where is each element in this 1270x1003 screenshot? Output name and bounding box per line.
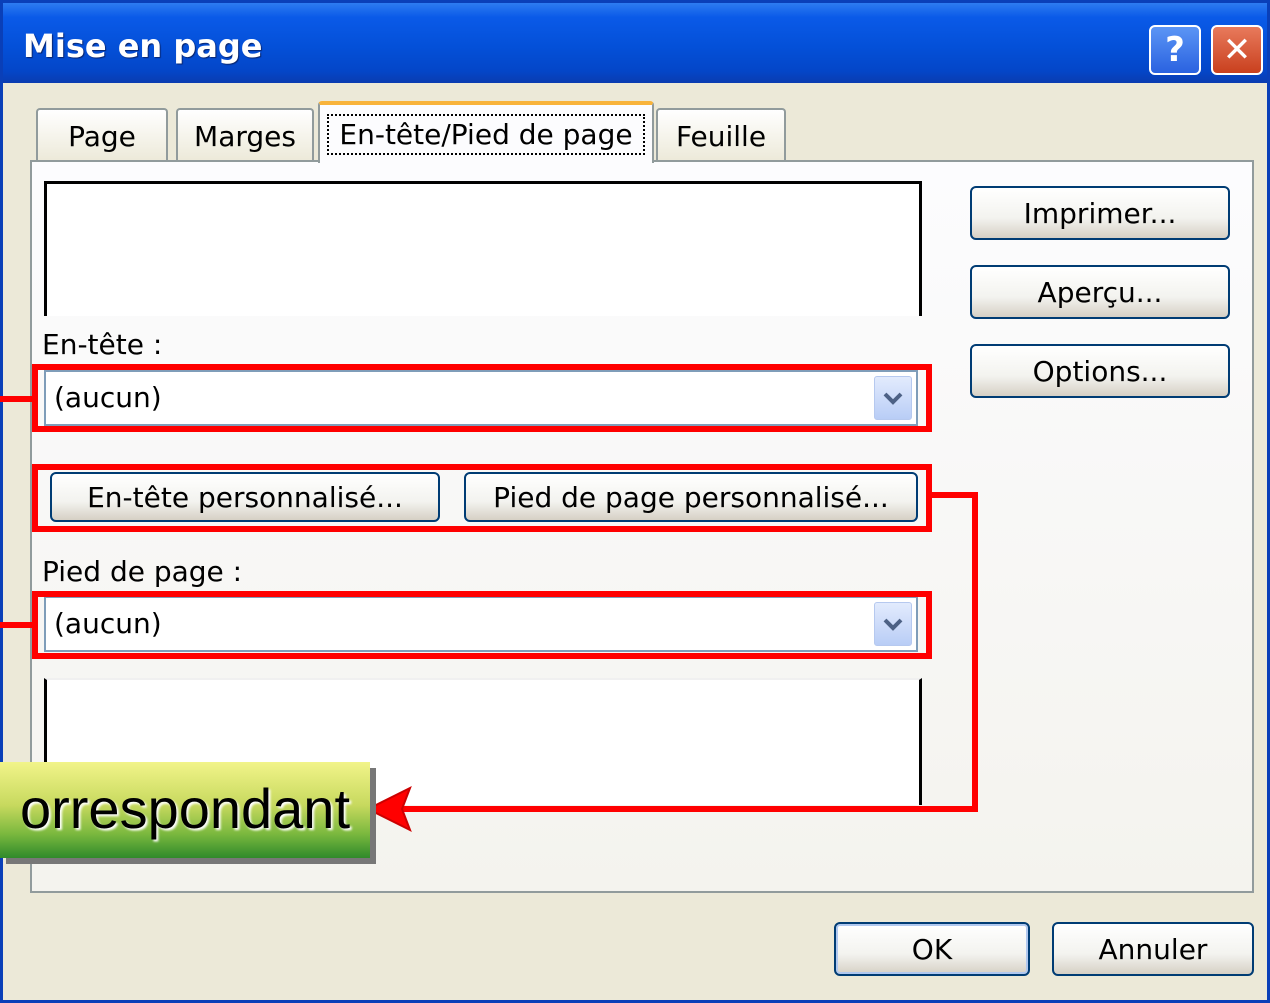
annotation-callout: orrespondant <box>0 762 370 858</box>
callout-text: orrespondant <box>19 777 350 840</box>
